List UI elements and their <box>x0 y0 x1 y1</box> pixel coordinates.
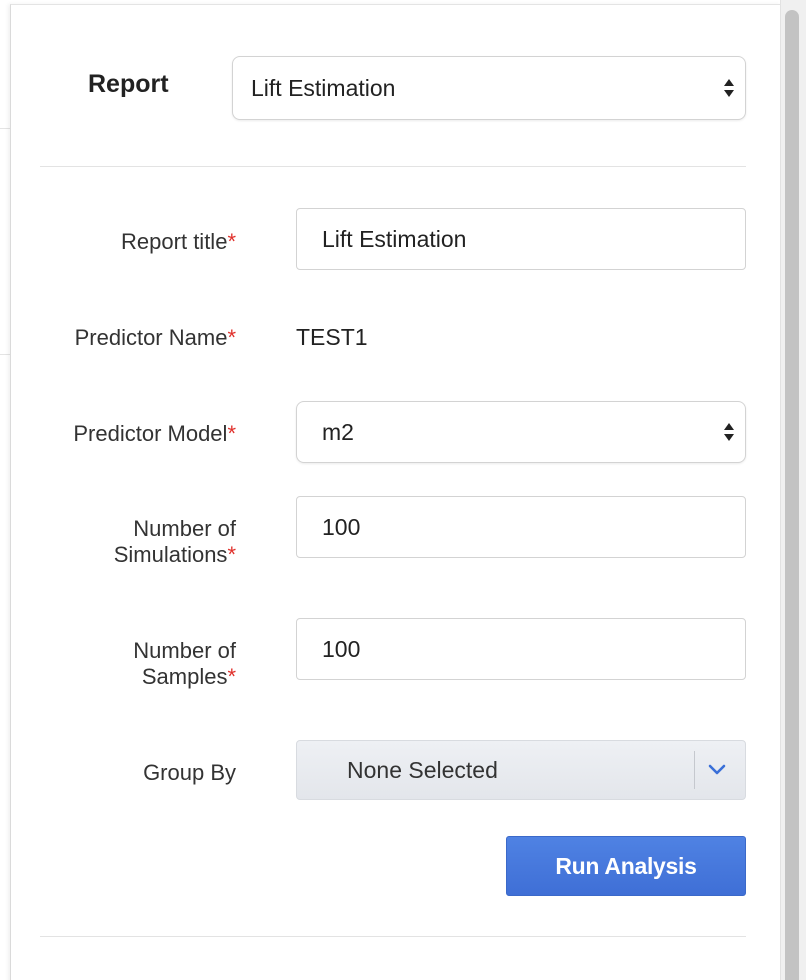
group-by-value: None Selected <box>347 757 498 783</box>
predictor-model-select-value: m2 <box>322 418 354 445</box>
report-select[interactable]: Lift Estimation <box>232 56 746 120</box>
required-marker: * <box>227 325 236 350</box>
chevron-down-icon[interactable] <box>707 762 727 778</box>
predictor-name-label: Predictor Name* <box>75 325 236 351</box>
num-simulations-field[interactable] <box>296 496 746 558</box>
num-samples-label: Number of Samples* <box>133 638 236 690</box>
report-settings-panel <box>10 4 781 980</box>
report-label: Report <box>88 70 169 98</box>
num-simulations-label: Number of Simulations* <box>114 516 236 568</box>
num-samples-label-line2: Samples <box>141 664 228 689</box>
group-by-label: Group By <box>143 760 236 785</box>
num-samples-label-line1: Number of <box>133 638 236 663</box>
up-down-arrows-icon <box>724 423 734 441</box>
predictor-name-label-text: Predictor Name <box>74 325 228 350</box>
up-down-arrows-icon <box>724 79 734 97</box>
predictor-model-label-text: Predictor Model <box>73 421 228 446</box>
predictor-model-select[interactable]: m2 <box>296 401 746 463</box>
report-title-field[interactable] <box>296 208 746 270</box>
required-marker: * <box>227 229 236 254</box>
num-simulations-input[interactable] <box>322 513 722 541</box>
num-samples-field[interactable] <box>296 618 746 680</box>
required-marker: * <box>227 664 236 689</box>
section-divider <box>40 166 746 167</box>
required-marker: * <box>227 421 236 446</box>
group-by-dropdown[interactable]: None Selected <box>296 740 746 800</box>
report-title-input[interactable] <box>322 225 722 253</box>
page: Report Lift Estimation Report title* Pre… <box>0 0 806 980</box>
report-title-label: Report title* <box>121 229 236 255</box>
predictor-model-label: Predictor Model* <box>73 421 236 447</box>
predictor-name-value: TEST1 <box>296 324 368 350</box>
report-select-value: Lift Estimation <box>251 74 396 101</box>
background-divider <box>0 354 10 355</box>
scrollbar-thumb[interactable] <box>785 10 799 980</box>
num-simulations-label-line1: Number of <box>133 516 236 541</box>
required-marker: * <box>227 542 236 567</box>
background-divider <box>0 128 10 129</box>
report-title-label-text: Report title <box>121 229 228 254</box>
dropdown-separator <box>694 751 695 789</box>
run-analysis-button[interactable]: Run Analysis <box>506 836 746 896</box>
num-samples-input[interactable] <box>322 635 722 663</box>
num-simulations-label-line2: Simulations <box>113 542 228 567</box>
section-divider <box>40 936 746 937</box>
